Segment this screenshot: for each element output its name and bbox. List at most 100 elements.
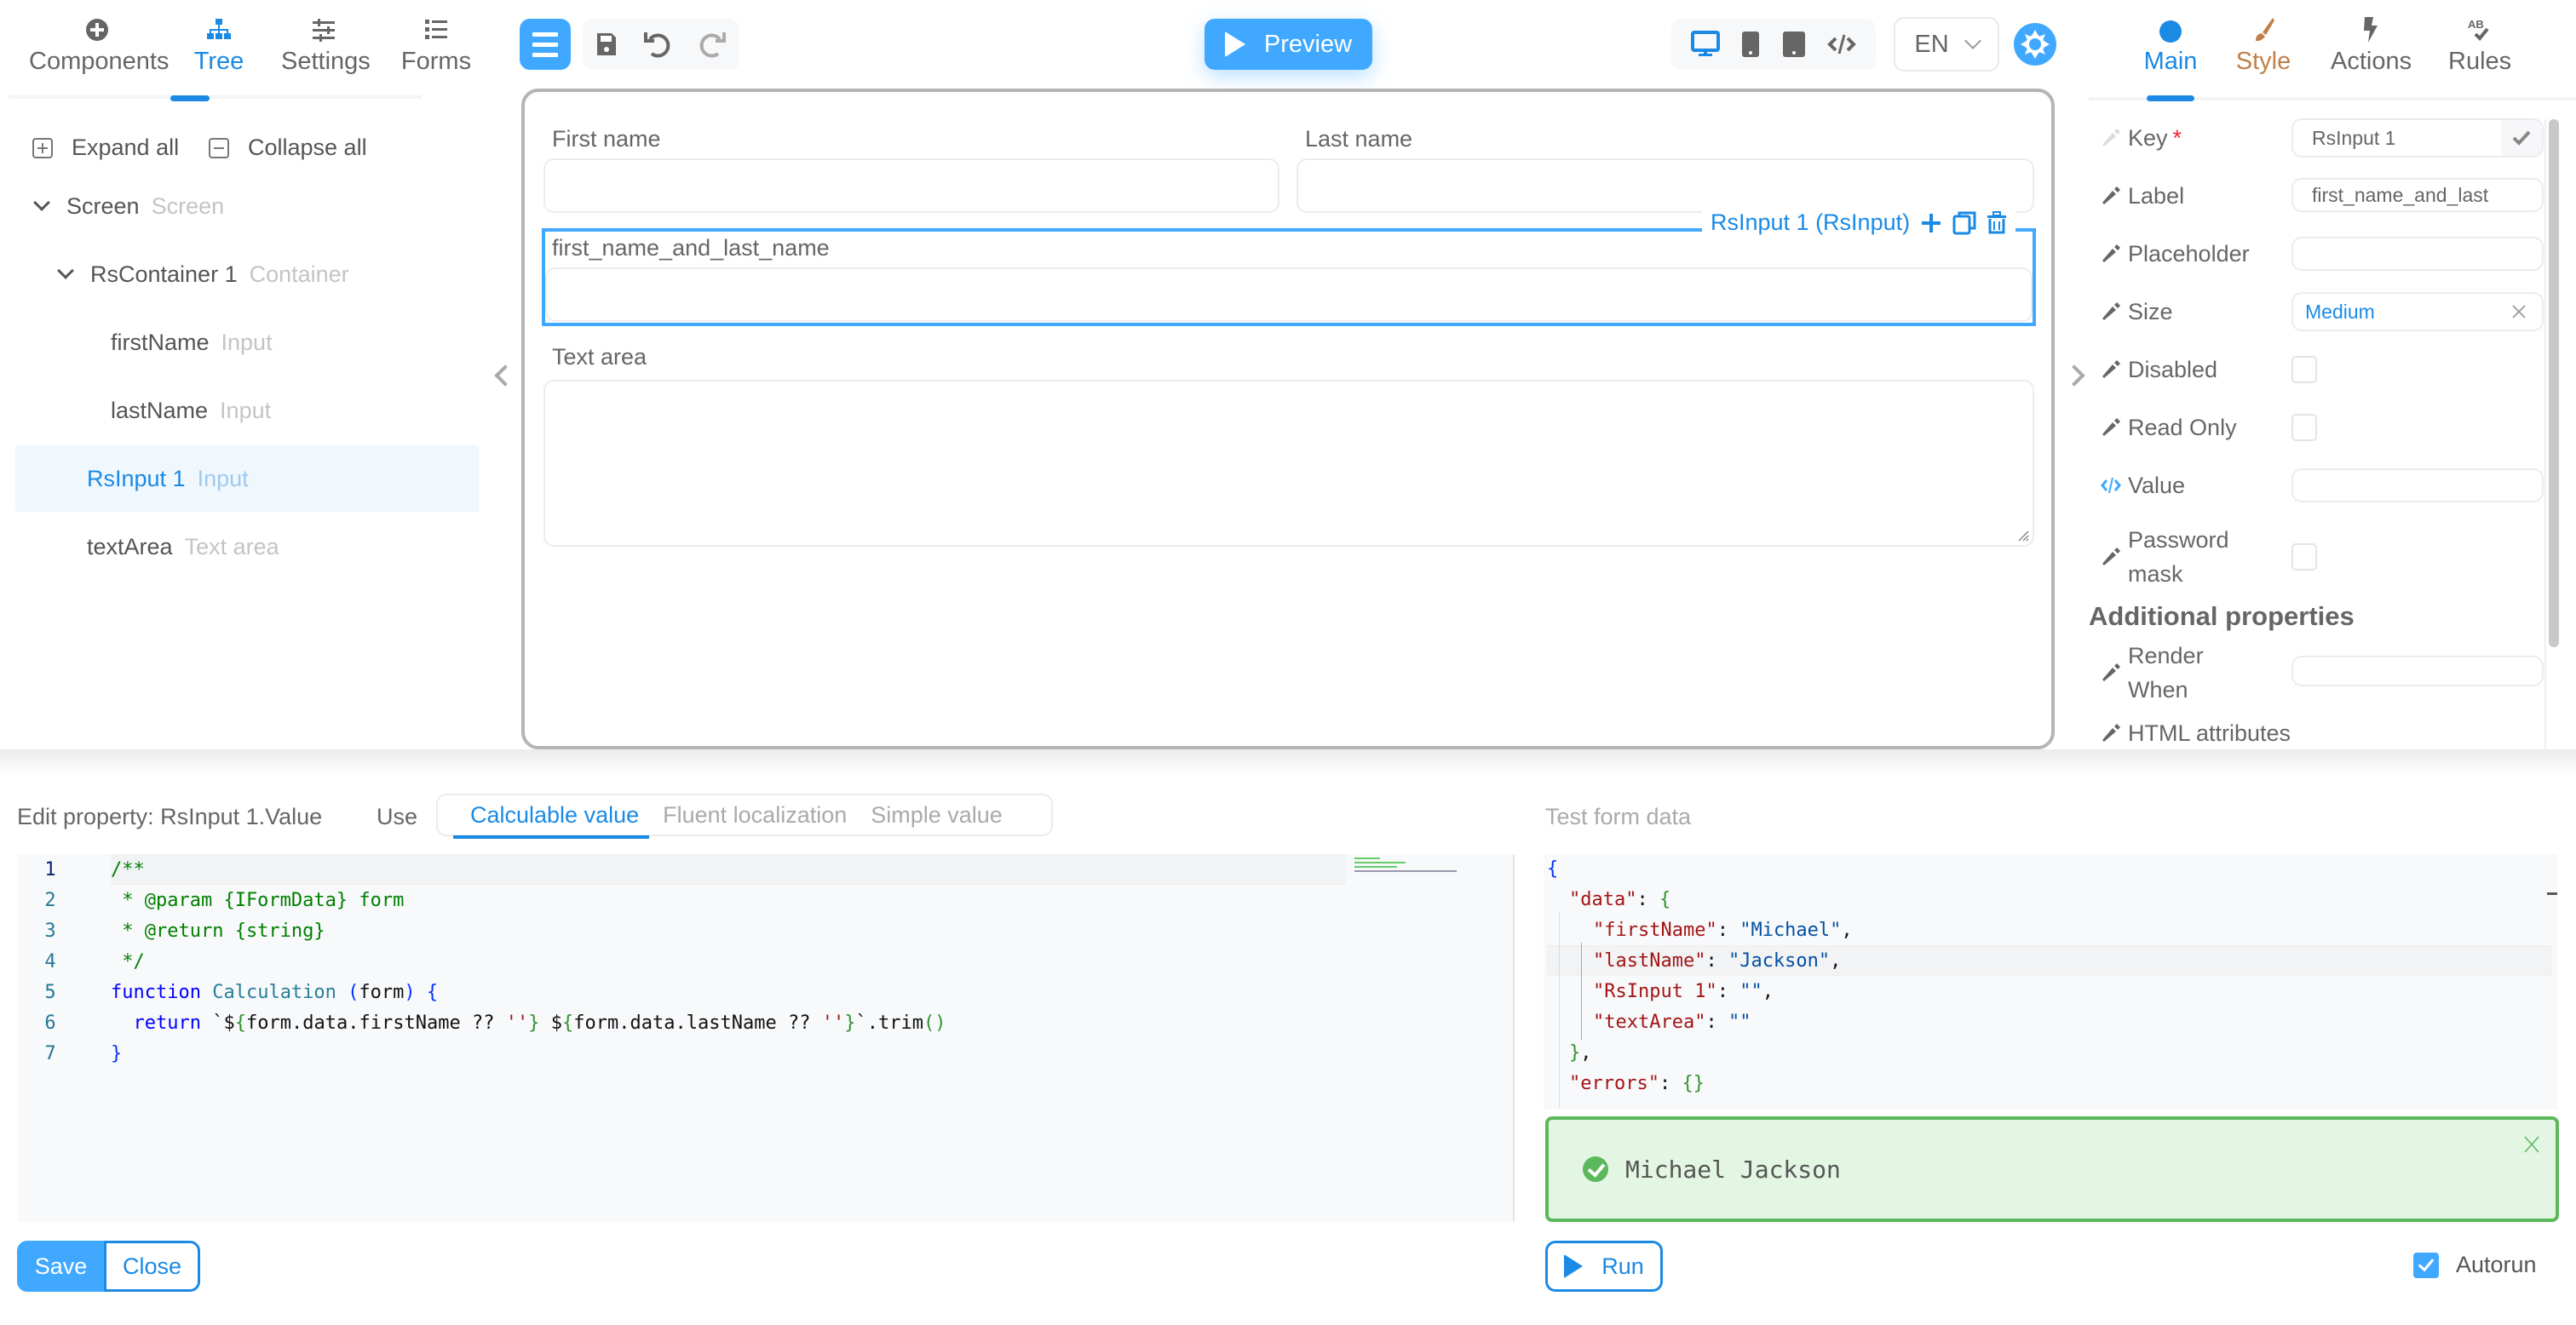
first-name-input[interactable] — [543, 158, 1279, 213]
redo-button[interactable] — [698, 30, 727, 59]
tab-actions[interactable]: Actions — [2331, 15, 2412, 76]
redo-icon — [699, 32, 726, 58]
bottom-panel-splitter[interactable] — [0, 749, 2576, 777]
tree-item-screen[interactable]: Screen Screen — [15, 173, 479, 239]
placeholder-input[interactable] — [2291, 237, 2544, 271]
list-icon — [425, 20, 447, 39]
tab-style[interactable]: Style — [2235, 15, 2291, 76]
settings-button[interactable] — [2014, 23, 2056, 66]
code-editor[interactable]: 1/** 2 * @param {IFormData} form 3 * @re… — [17, 854, 1515, 1222]
last-name-label: Last name — [1305, 126, 1413, 152]
prop-label: Key — [2128, 125, 2168, 151]
text-area-input[interactable] — [543, 380, 2034, 547]
tree-item-type: Input — [220, 397, 272, 423]
pen-icon — [2102, 129, 2120, 146]
save-button[interactable]: Save — [17, 1241, 105, 1292]
pen-icon — [2102, 244, 2120, 262]
mode-simple-value[interactable]: Simple value — [859, 802, 1015, 829]
tree-item-rsinput[interactable]: RsInput 1 Input — [15, 445, 479, 512]
disabled-checkbox[interactable] — [2291, 356, 2317, 383]
collapse-right-panel-chevron[interactable] — [2063, 364, 2085, 387]
text-area-label: Text area — [552, 344, 647, 370]
prop-label: Size — [2128, 299, 2173, 324]
tab-components[interactable]: Components — [29, 15, 169, 76]
tab-label: Main — [2143, 48, 2198, 75]
phone-view-button[interactable] — [1741, 31, 1760, 58]
copy-icon[interactable] — [1952, 211, 1976, 235]
password-mask-checkbox[interactable] — [2291, 543, 2317, 571]
collapse-left-panel-chevron[interactable] — [494, 364, 516, 387]
play-icon — [1224, 32, 1245, 57]
close-button[interactable]: Close — [104, 1241, 200, 1292]
tree-item-type: Input — [197, 465, 249, 491]
desktop-icon — [1690, 31, 1720, 56]
prop-disabled: Disabled — [2094, 353, 2545, 387]
size-value: Medium — [2305, 300, 2375, 323]
preview-label: Preview — [1263, 30, 1353, 58]
value-mode-selector: Calculable value Fluent localization Sim… — [436, 794, 1053, 839]
pen-icon — [2102, 724, 2120, 742]
properties-scrollbar[interactable] — [2549, 119, 2559, 647]
code-view-button[interactable] — [1827, 32, 1857, 56]
save-icon-button[interactable] — [595, 32, 618, 57]
prop-label: Disabled — [2128, 357, 2218, 382]
tree-item-type: Text area — [184, 533, 279, 559]
undo-button[interactable] — [643, 30, 672, 59]
language-select[interactable]: EN — [1894, 17, 1999, 72]
tab-forms[interactable]: Forms — [400, 15, 472, 76]
tab-tree[interactable]: Tree — [189, 15, 249, 76]
pen-icon — [2102, 360, 2120, 378]
run-button[interactable]: Run — [1545, 1241, 1663, 1292]
expand-all-button[interactable]: Expand all — [32, 135, 179, 161]
code-line: 4 */ — [44, 950, 145, 972]
collapse-all-button[interactable]: Collapse all — [209, 135, 367, 161]
history-toolbar — [583, 19, 739, 70]
key-input[interactable]: RsInput 1 — [2291, 118, 2544, 158]
tree-item-rscontainer[interactable]: RsContainer 1 Container — [15, 241, 479, 307]
tree-item-lastname[interactable]: lastName Input — [15, 377, 479, 444]
caret-down-icon[interactable] — [57, 262, 74, 279]
read-only-checkbox[interactable] — [2291, 414, 2317, 441]
current-line-highlight — [111, 854, 1346, 885]
tree-item-name: lastName — [111, 397, 209, 423]
sitemap-icon — [207, 19, 231, 39]
tab-settings[interactable]: Settings — [281, 15, 371, 76]
code-icon — [2101, 477, 2121, 494]
code-minimap[interactable] — [1337, 854, 1474, 880]
test-data-editor[interactable]: { "data": { "firstName": "Michael", "las… — [1544, 854, 2557, 1110]
confirm-key-button[interactable] — [2501, 120, 2542, 156]
tree-item-firstname[interactable]: firstName Input — [15, 309, 479, 376]
last-name-input[interactable] — [1297, 158, 2034, 213]
add-icon[interactable] — [1920, 212, 1942, 234]
caret-down-icon[interactable] — [33, 194, 50, 211]
trash-icon[interactable] — [1987, 210, 2007, 235]
desktop-view-button[interactable] — [1690, 31, 1720, 58]
size-select[interactable]: Medium — [2291, 292, 2544, 331]
mode-calculable-value[interactable]: Calculable value — [438, 802, 651, 839]
autorun-checkbox[interactable]: Autorun — [2413, 1252, 2537, 1278]
tab-rules[interactable]: AB Rules — [2448, 15, 2511, 76]
prop-html-attributes[interactable]: HTML attributes — [2094, 717, 2545, 749]
pen-icon — [2102, 418, 2120, 436]
label-value: first_name_and_last — [2312, 183, 2489, 206]
preview-button[interactable]: Preview — [1205, 19, 1372, 70]
code-line: 1/** — [44, 858, 145, 880]
bolt-icon — [2364, 17, 2378, 43]
overview-ruler-mark — [2547, 892, 2557, 895]
menu-button[interactable] — [520, 19, 571, 70]
tab-main[interactable]: Main — [2143, 15, 2198, 76]
label-input[interactable]: first_name_and_last — [2291, 178, 2544, 212]
rsinput-input[interactable] — [545, 267, 2033, 322]
clear-icon[interactable] — [2511, 304, 2527, 319]
close-icon[interactable] — [2523, 1135, 2540, 1154]
close-label: Close — [122, 1253, 182, 1279]
mode-fluent-localization[interactable]: Fluent localization — [651, 802, 859, 829]
tree-item-textarea[interactable]: textArea Text area — [15, 513, 479, 580]
tab-label: Tree — [193, 48, 244, 75]
key-value: RsInput 1 — [2312, 126, 2396, 149]
resize-handle-icon[interactable] — [2015, 528, 2029, 542]
tablet-view-button[interactable] — [1782, 31, 1806, 58]
render-when-input[interactable] — [2291, 656, 2544, 686]
tablet-icon — [1782, 32, 1805, 57]
value-input[interactable] — [2291, 468, 2544, 502]
